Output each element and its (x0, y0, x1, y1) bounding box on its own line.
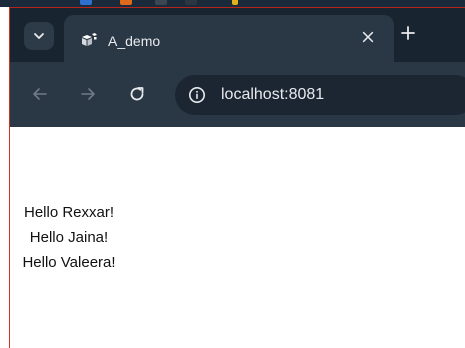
reload-icon (130, 87, 144, 101)
taskbar-app-icon[interactable] (185, 0, 197, 5)
window-border-top (9, 7, 465, 8)
window-border-left (9, 7, 10, 348)
tab-strip: A_demo (10, 7, 465, 62)
back-button[interactable] (30, 85, 50, 105)
arrow-left-icon (33, 88, 47, 100)
greeting-message: Hello Jaina! (29, 229, 109, 246)
screen: A_demo localhost:8081 Hello Rexxar! Hell… (0, 0, 465, 348)
browser-toolbar: localhost:8081 (10, 62, 465, 127)
page-content: Hello Rexxar! Hello Jaina! Hello Valeera… (10, 127, 465, 348)
puzzle-favicon-icon (80, 32, 98, 48)
address-bar-url: localhost:8081 (221, 86, 325, 103)
greeting-message: Hello Rexxar! (23, 204, 115, 221)
taskbar-app-icon[interactable] (120, 0, 132, 5)
close-icon[interactable] (360, 29, 376, 47)
greeting-message: Hello Valeera! (22, 254, 116, 271)
address-bar[interactable]: localhost:8081 (175, 75, 465, 115)
arrow-right-icon (81, 88, 95, 100)
taskbar-app-icon[interactable] (155, 0, 167, 5)
chevron-down-icon (34, 33, 44, 39)
taskbar-app-icon[interactable] (80, 0, 92, 5)
reload-button[interactable] (127, 85, 147, 105)
browser-window: A_demo localhost:8081 (10, 7, 465, 127)
greeting-list: Hello Rexxar! Hello Jaina! Hello Valeera… (10, 200, 128, 275)
plus-icon (401, 26, 415, 40)
tab-search-button[interactable] (24, 22, 54, 50)
os-taskbar (0, 0, 465, 7)
tab-title: A_demo (108, 33, 161, 49)
taskbar-app-icon[interactable] (232, 0, 238, 5)
info-icon[interactable] (188, 86, 206, 104)
tab-active[interactable]: A_demo (64, 15, 394, 62)
new-tab-button[interactable] (398, 24, 418, 44)
forward-button[interactable] (78, 85, 98, 105)
